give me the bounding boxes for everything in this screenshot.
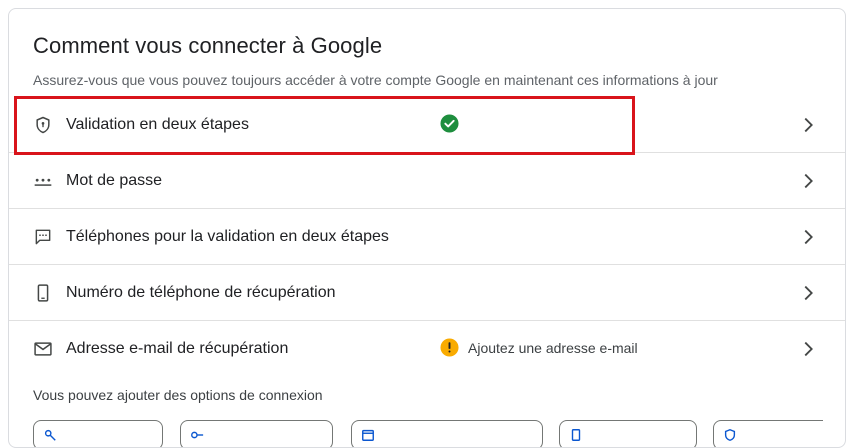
shield-option-icon [724, 428, 736, 441]
row-label: Validation en deux étapes [66, 116, 249, 133]
option-chip-5[interactable] [713, 420, 823, 447]
chevron-right-icon [804, 229, 813, 245]
shield-icon [36, 116, 50, 134]
section-subtitle: Assurez-vous que vous pouvez toujours ac… [33, 72, 718, 88]
signin-section-card: Comment vous connecter à Google Assurez-… [8, 8, 846, 448]
signin-options-list: Validation en deux étapes Mot de passe T… [9, 97, 845, 377]
row-status [440, 114, 468, 133]
row-recovery-email[interactable]: Adresse e-mail de récupération Ajoutez u… [9, 321, 845, 377]
warning-circle-icon [440, 338, 459, 357]
mail-icon [34, 342, 52, 356]
signin-option-chips [33, 420, 823, 447]
option-chip-1[interactable] [33, 420, 163, 447]
chevron-right-icon [804, 117, 813, 133]
chevron-right-icon [804, 285, 813, 301]
row-label: Numéro de téléphone de récupération [66, 284, 336, 301]
row-password[interactable]: Mot de passe [9, 153, 845, 209]
row-label: Téléphones pour la validation en deux ét… [66, 228, 389, 245]
option-chip-2[interactable] [180, 420, 333, 447]
password-dots-icon [34, 178, 52, 186]
row-status: Ajoutez une adresse e-mail [440, 338, 638, 357]
key-icon [191, 431, 204, 439]
backup-codes-icon [571, 429, 581, 441]
row-two-step-phones[interactable]: Téléphones pour la validation en deux ét… [9, 209, 845, 265]
chevron-right-icon [804, 341, 813, 357]
passkey-icon [44, 429, 56, 441]
add-options-text: Vous pouvez ajouter des options de conne… [33, 387, 323, 403]
authenticator-icon [362, 429, 374, 441]
row-status-text: Ajoutez une adresse e-mail [468, 339, 638, 356]
row-label: Adresse e-mail de récupération [66, 340, 289, 357]
check-circle-icon [440, 114, 459, 133]
row-recovery-phone[interactable]: Numéro de téléphone de récupération [9, 265, 845, 321]
option-chip-4[interactable] [559, 420, 697, 447]
message-icon [35, 229, 51, 245]
row-label: Mot de passe [66, 172, 163, 189]
phone-icon [37, 284, 49, 302]
chevron-right-icon [804, 173, 813, 189]
section-title: Comment vous connecter à Google [33, 33, 383, 58]
row-two-step-verification[interactable]: Validation en deux étapes [9, 97, 845, 153]
option-chip-3[interactable] [351, 420, 543, 447]
